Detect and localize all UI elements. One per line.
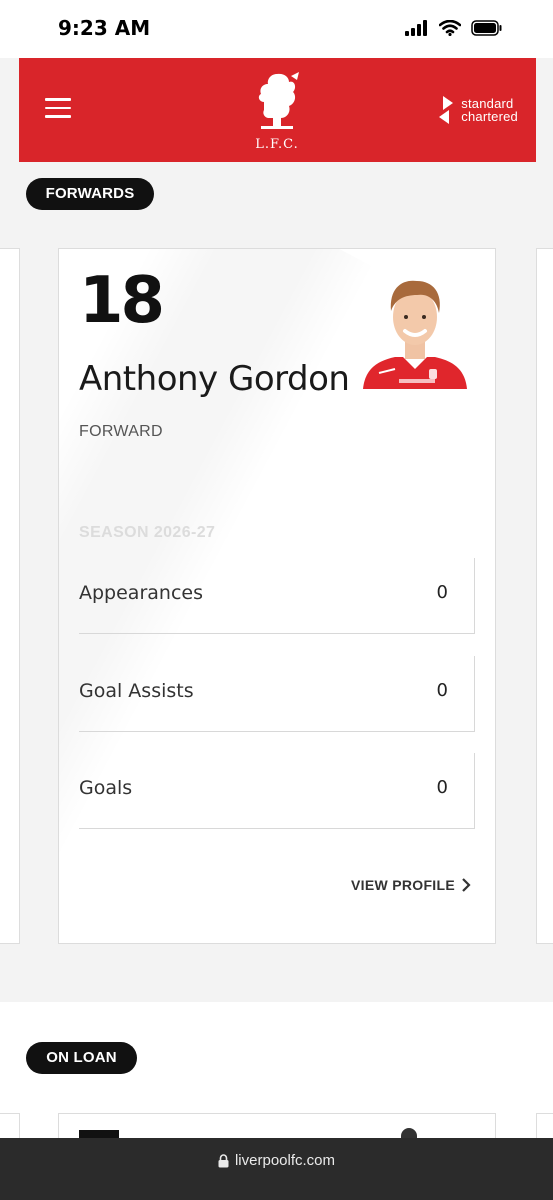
lock-icon xyxy=(218,1153,229,1167)
lfc-crest-logo[interactable]: L.F.C. xyxy=(247,70,307,152)
next-card-edge[interactable] xyxy=(536,248,553,944)
hamburger-menu-icon[interactable] xyxy=(45,98,71,120)
stat-label: Goal Assists xyxy=(79,680,194,702)
section-label-forwards: FORWARDS xyxy=(26,178,154,210)
lfc-logo-text: L.F.C. xyxy=(255,137,299,152)
status-bar: 9:23 AM xyxy=(0,0,553,58)
page-content: L.F.C. standard chartered FORWARDS 18 An… xyxy=(0,58,553,1138)
stat-value: 0 xyxy=(436,777,448,798)
stat-row-goals: Goals 0 xyxy=(79,753,475,829)
stat-row-goal-assists: Goal Assists 0 xyxy=(79,656,475,732)
stat-row-appearances: Appearances 0 xyxy=(79,558,475,634)
view-profile-link[interactable]: VIEW PROFILE xyxy=(351,877,471,893)
url-display[interactable]: liverpoolfc.com xyxy=(0,1152,553,1169)
loan-card-number-peek xyxy=(79,1130,119,1138)
status-icons xyxy=(405,20,503,36)
player-card[interactable]: 18 Anthony Gordon FORWARD SEASON 2026-27… xyxy=(58,248,496,944)
standard-chartered-logo[interactable]: standard chartered xyxy=(435,94,518,126)
site-header: L.F.C. standard chartered xyxy=(19,58,536,162)
loan-player-card[interactable] xyxy=(58,1113,496,1138)
loan-card-photo-peek xyxy=(401,1128,417,1138)
sponsor-text: standard chartered xyxy=(461,97,518,123)
prev-card-edge[interactable] xyxy=(0,248,20,944)
cellular-signal-icon xyxy=(405,20,427,36)
player-position: FORWARD xyxy=(79,423,163,440)
stat-label: Appearances xyxy=(79,582,203,604)
standard-chartered-mark-icon xyxy=(439,96,454,124)
loan-prev-card-edge[interactable] xyxy=(0,1113,20,1138)
loan-next-card-edge[interactable] xyxy=(536,1113,553,1138)
wifi-icon xyxy=(439,20,461,36)
shirt-number: 18 xyxy=(79,264,165,338)
view-profile-label: VIEW PROFILE xyxy=(351,877,455,893)
player-photo xyxy=(363,280,467,389)
section-label-on-loan: ON LOAN xyxy=(26,1042,137,1074)
battery-icon xyxy=(471,20,502,36)
browser-url-bar[interactable]: liverpoolfc.com xyxy=(0,1138,553,1200)
stat-value: 0 xyxy=(436,582,448,603)
stat-value: 0 xyxy=(436,680,448,701)
stat-label: Goals xyxy=(79,777,133,799)
liver-bird-icon xyxy=(258,72,299,129)
status-time: 9:23 AM xyxy=(58,16,151,40)
url-domain: liverpoolfc.com xyxy=(234,1152,336,1169)
sponsor-line-2: chartered xyxy=(461,109,518,124)
season-label: SEASON 2026-27 xyxy=(79,524,216,541)
chevron-right-icon xyxy=(462,878,471,892)
player-name: Anthony Gordon xyxy=(79,359,350,399)
